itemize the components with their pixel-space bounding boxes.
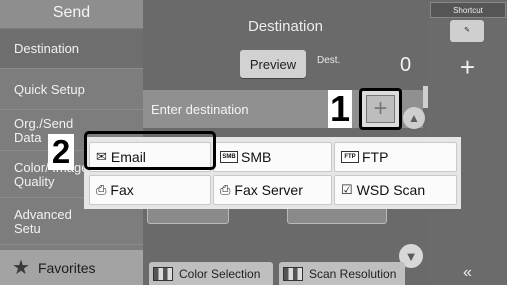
sidebar-item-label: Destination bbox=[14, 40, 80, 56]
dest-count: 0 bbox=[400, 54, 412, 76]
shortcut-icon[interactable]: ✎ bbox=[450, 20, 484, 42]
fax-icon: ⎙ bbox=[96, 182, 107, 197]
fax-server-option-label: Fax Server bbox=[234, 182, 303, 198]
scan-resolution-button[interactable]: Scan Resolution bbox=[279, 262, 405, 285]
fax-server-option-button[interactable]: ⎙ Fax Server bbox=[213, 175, 332, 205]
email-highlight-frame bbox=[84, 131, 216, 170]
smb-icon: SMB bbox=[220, 151, 238, 163]
fax-server-icon: ⎙ bbox=[220, 182, 231, 197]
favorites-label: Favorites bbox=[37, 259, 96, 276]
color-selection-button[interactable]: Color Selection bbox=[149, 262, 273, 285]
fax-option-button[interactable]: ⎙ Fax bbox=[89, 175, 211, 205]
sidebar-item-label: Advanced Setu bbox=[14, 206, 72, 236]
add-shortcut-button[interactable]: + bbox=[428, 52, 507, 83]
smb-option-label: SMB bbox=[241, 149, 272, 165]
color-selection-label: Color Selection bbox=[179, 266, 261, 281]
fax-option-label: Fax bbox=[110, 182, 134, 198]
scroll-up-button[interactable]: ▲ bbox=[403, 107, 425, 129]
favorites-button[interactable]: ★ Favorites bbox=[0, 250, 143, 285]
scan-resolution-label: Scan Resolution bbox=[309, 266, 397, 281]
ftp-option-label: FTP bbox=[362, 149, 389, 165]
color-selection-icon bbox=[153, 266, 173, 281]
star-icon: ★ bbox=[12, 257, 30, 279]
sidebar-item-destination[interactable]: Destination bbox=[0, 29, 143, 69]
wsd-scan-icon: ☑ bbox=[341, 182, 353, 197]
sidebar-item-quick-setup[interactable]: Quick Setup bbox=[0, 70, 143, 110]
scan-resolution-icon bbox=[283, 266, 303, 281]
plus-icon: + bbox=[366, 95, 395, 123]
dest-label: Dest. bbox=[317, 55, 341, 66]
add-destination-button[interactable]: + bbox=[359, 88, 402, 130]
smb-option-button[interactable]: SMB SMB bbox=[213, 142, 332, 172]
collapse-button[interactable]: « bbox=[428, 264, 507, 282]
ftp-option-button[interactable]: FTP FTP bbox=[334, 142, 457, 172]
sidebar-item-label: Quick Setup bbox=[14, 81, 85, 97]
sidebar-title: Send bbox=[0, 0, 143, 28]
chevron-down-icon: ▼ bbox=[404, 248, 418, 264]
shortcut-label: Shortcut bbox=[430, 2, 506, 18]
wsd-scan-option-label: WSD Scan bbox=[356, 182, 426, 198]
enter-destination-label: Enter destination bbox=[151, 101, 249, 117]
callout-1: 1 bbox=[328, 88, 352, 129]
wsd-scan-option-button[interactable]: ☑ WSD Scan bbox=[334, 175, 457, 205]
ftp-icon: FTP bbox=[341, 151, 359, 163]
callout-2: 2 bbox=[48, 133, 74, 170]
page-title: Destination bbox=[247, 18, 324, 35]
preview-button[interactable]: Preview bbox=[240, 50, 306, 78]
chevron-up-icon: ▲ bbox=[408, 111, 420, 125]
